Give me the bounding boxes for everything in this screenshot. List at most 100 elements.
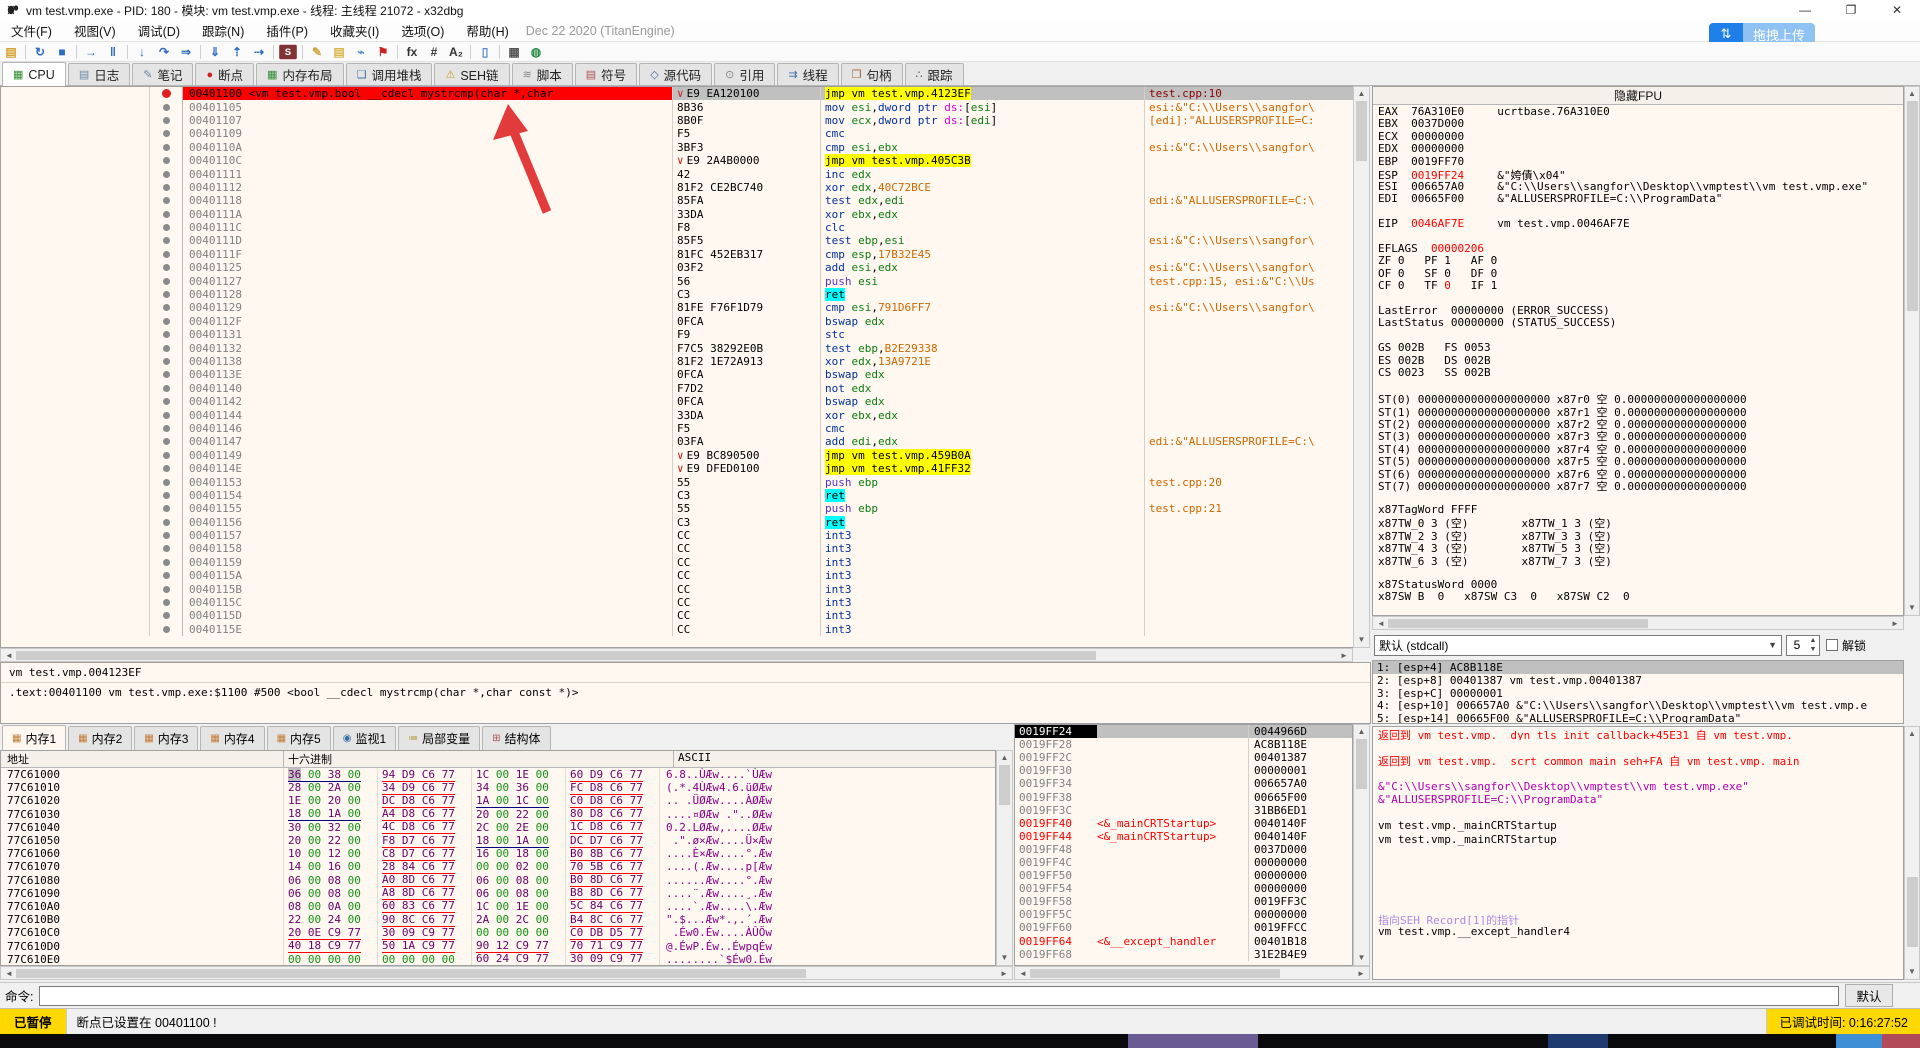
frame-info-line[interactable]	[1373, 740, 1903, 753]
register-line[interactable]: EIP 0046AF7E vm test.vmp.0046AF7E	[1373, 217, 1903, 229]
breakpoint-dot-active[interactable]	[162, 89, 171, 98]
disasm-row[interactable]: 0040115BCCint3	[1, 582, 1353, 595]
breakpoint-dot[interactable]	[163, 398, 170, 405]
register-line[interactable]: CF 0 TF 0 IF 1	[1373, 279, 1903, 291]
memory-dump-pane[interactable]: 地址 十六进制 ASCII 77C6100036 00 38 0094 D9 C…	[0, 750, 996, 966]
register-line[interactable]: ST(1) 00000000000000000000 x87r1 空 0.000…	[1373, 404, 1903, 416]
dump-tab-内存2[interactable]: ▦内存2	[68, 726, 132, 750]
frame-info-line[interactable]	[1373, 846, 1903, 859]
stack-row[interactable]: 0019FF5C00000000	[1015, 908, 1352, 921]
breakpoint-gutter[interactable]	[149, 582, 183, 595]
open-folder-icon[interactable]: ▤	[0, 43, 22, 61]
breakpoint-gutter[interactable]	[149, 87, 183, 100]
breakpoint-dot[interactable]	[163, 264, 170, 271]
breakpoint-gutter[interactable]	[149, 623, 183, 636]
breakpoint-gutter[interactable]	[149, 382, 183, 395]
arguments-pane[interactable]: 1: [esp+4] AC8B118E2: [esp+8] 00401387 v…	[1372, 660, 1904, 724]
breakpoint-dot[interactable]	[163, 572, 170, 579]
disasm-row[interactable]: 0040111A33DAxor ebx,edx	[1, 208, 1353, 221]
disasm-row[interactable]: 0040114703FAadd edi,edxedi:&"ALLUSERSPRO…	[1, 435, 1353, 448]
disasm-row[interactable]: 0040115DCCint3	[1, 609, 1353, 622]
frame-info-line[interactable]	[1373, 806, 1903, 819]
disasm-row[interactable]: 00401100 <vm test.vmp.bool __cdecl mystr…	[1, 87, 1353, 100]
flag-icon[interactable]: ⚑	[372, 43, 394, 61]
frame-info-line[interactable]	[1373, 898, 1903, 911]
menu-item-调试[interactable]: 调试(D)	[127, 20, 191, 41]
disasm-row[interactable]: 0040112503F2add esi,edxesi:&"C:\\Users\\…	[1, 261, 1353, 274]
menu-item-帮助[interactable]: 帮助(H)	[455, 20, 519, 41]
breakpoint-dot[interactable]	[163, 425, 170, 432]
dump-hscrollbar[interactable]: ◄►	[0, 966, 1013, 980]
register-line[interactable]: ES 002B DS 002B	[1373, 354, 1903, 366]
breakpoint-dot[interactable]	[163, 171, 170, 178]
register-line[interactable]: EFLAGS 00000206	[1373, 242, 1903, 254]
breakpoint-gutter[interactable]	[149, 181, 183, 194]
breakpoint-gutter[interactable]	[149, 127, 183, 140]
disasm-row[interactable]: 0040115CCCint3	[1, 596, 1353, 609]
breakpoint-dot[interactable]	[163, 117, 170, 124]
register-line[interactable]: OF 0 SF 0 DF 0	[1373, 267, 1903, 279]
breakpoint-gutter[interactable]	[149, 368, 183, 381]
stack-row[interactable]: 0019FF3000000001	[1015, 764, 1352, 777]
disasm-row[interactable]: 0040112981FE F76F1D79cmp esi,791D6FF7esi…	[1, 301, 1353, 314]
breakpoint-gutter[interactable]	[149, 141, 183, 154]
maximize-button[interactable]: ❐	[1828, 0, 1874, 20]
registers-vscrollbar[interactable]: ▲▼	[1904, 86, 1920, 616]
breakpoint-gutter[interactable]	[149, 569, 183, 582]
frame-info-pane[interactable]: 返回到 vm test.vmp.__dyn_tls_init_callback+…	[1372, 726, 1904, 980]
dump-tab-内存3[interactable]: ▦内存3	[134, 726, 198, 750]
frame-info-line[interactable]: &"C:\\Users\\sangfor\\Desktop\\vmptest\\…	[1373, 780, 1903, 793]
dump-row[interactable]: 77C6103018 00 1A 00A4 D8 C6 7720 00 22 0…	[1, 808, 995, 821]
menu-item-选项[interactable]: 选项(O)	[390, 20, 455, 41]
disassembly-pane[interactable]: 00401100 <vm test.vmp.bool __cdecl mystr…	[0, 86, 1353, 648]
breakpoint-dot[interactable]	[163, 586, 170, 593]
frame-info-line[interactable]: 返回到 vm test.vmp.__dyn_tls_init_callback+…	[1373, 727, 1903, 740]
pause-icon[interactable]: ‖	[102, 43, 124, 61]
disasm-row[interactable]: 0040114E∨E9 DFED0100jmp vm test.vmp.41FF…	[1, 462, 1353, 475]
dump-row[interactable]: 77C6101028 00 2A 0034 D9 C6 7734 00 36 0…	[1, 781, 995, 794]
breakpoint-gutter[interactable]	[149, 475, 183, 488]
argument-row[interactable]: 2: [esp+8] 00401387 vm test.vmp.00401387	[1373, 674, 1903, 687]
breakpoint-dot[interactable]	[163, 438, 170, 445]
breakpoint-dot[interactable]	[163, 626, 170, 633]
arg-count-stepper[interactable]: 5 ▲▼	[1786, 635, 1820, 656]
frame-info-line[interactable]	[1373, 859, 1903, 872]
stack-hscrollbar[interactable]: ◄►	[1014, 966, 1370, 980]
unlock-checkbox[interactable]	[1826, 639, 1838, 651]
breakpoint-gutter[interactable]	[149, 208, 183, 221]
breakpoint-dot[interactable]	[163, 492, 170, 499]
dump-vscrollbar[interactable]: ▲▼	[996, 750, 1013, 966]
disasm-row[interactable]: 0040111F81FC 452EB317cmp esp,17B32E45	[1, 248, 1353, 261]
register-line[interactable]: x87TagWord FFFF	[1373, 503, 1903, 515]
breakpoint-dot[interactable]	[163, 144, 170, 151]
register-line[interactable]: CS 0023 SS 002B	[1373, 366, 1903, 378]
disasm-row[interactable]: 00401158CCint3	[1, 542, 1353, 555]
breakpoint-dot[interactable]	[163, 318, 170, 325]
disasm-row[interactable]: 00401156C3ret	[1, 516, 1353, 529]
menu-item-文件[interactable]: 文件(F)	[0, 20, 63, 41]
disasm-row[interactable]: 0040115355push ebptest.cpp:20	[1, 475, 1353, 488]
breakpoint-gutter[interactable]	[149, 542, 183, 555]
tab-源代码[interactable]: ◇源代码	[639, 63, 712, 85]
register-line[interactable]: x87StatusWord 0000	[1373, 578, 1903, 590]
fx-icon[interactable]: fx	[401, 43, 423, 61]
breakpoint-dot[interactable]	[163, 358, 170, 365]
register-line[interactable]: EDX 00000000	[1373, 142, 1903, 154]
disasm-row[interactable]: 00401140F7D2not edx	[1, 382, 1353, 395]
tab-调用堆栈[interactable]: ❏调用堆栈	[346, 63, 433, 85]
stack-row[interactable]: 0019FF64<&__except_handler00401B18	[1015, 935, 1352, 948]
argument-row[interactable]: 3: [esp+C] 00000001	[1373, 687, 1903, 700]
stack-row[interactable]: 0019FF3C31BB6ED1	[1015, 804, 1352, 817]
breakpoint-dot[interactable]	[163, 251, 170, 258]
dump-row[interactable]: 77C6100036 00 38 0094 D9 C6 771C 00 1E 0…	[1, 768, 995, 781]
dump-row[interactable]: 77C610D040 18 C9 7750 1A C9 7790 12 C9 7…	[1, 939, 995, 952]
breakpoint-dot[interactable]	[163, 519, 170, 526]
dump-tab-内存5[interactable]: ▦内存5	[267, 726, 331, 750]
breakpoint-dot[interactable]	[163, 452, 170, 459]
breakpoint-gutter[interactable]	[149, 462, 183, 475]
comment-icon[interactable]: ▤	[328, 43, 350, 61]
menu-item-收藏夹[interactable]: 收藏夹(I)	[319, 20, 390, 41]
breakpoint-dot[interactable]	[163, 371, 170, 378]
breakpoint-dot[interactable]	[163, 479, 170, 486]
dump-row[interactable]: 77C6106010 00 12 00C8 D7 C6 7716 00 18 0…	[1, 847, 995, 860]
